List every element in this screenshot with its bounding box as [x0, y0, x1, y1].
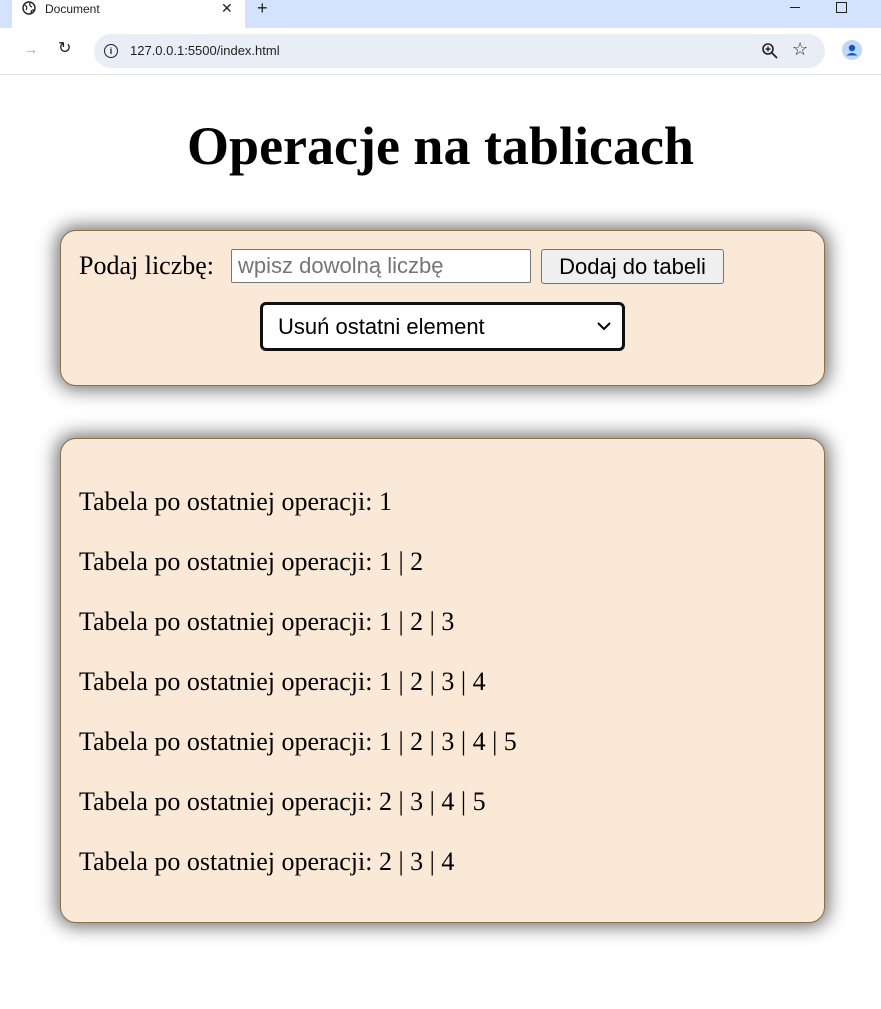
zoom-icon[interactable] [761, 42, 779, 60]
number-label: Podaj liczbę: [79, 251, 215, 280]
star-icon[interactable]: ☆ [792, 39, 808, 59]
chevron-down-icon [597, 322, 611, 331]
result-line: Tabela po ostatniej operacji: 1 [79, 487, 392, 516]
result-line: Tabela po ostatniej operacji: 2 | 3 | 4 [79, 847, 455, 876]
forward-icon[interactable]: → [24, 41, 38, 57]
result-line: Tabela po ostatniej operacji: 1 | 2 | 3 … [79, 727, 517, 756]
add-to-table-button[interactable]: Dodaj do tabeli [541, 249, 724, 284]
operation-selected-value: Usuń ostatni element [278, 314, 485, 339]
browser-toolbar: → ↻ i 127.0.0.1:5500/index.html ☆ [0, 28, 881, 75]
result-line: Tabela po ostatniej operacji: 1 | 2 [79, 547, 424, 576]
globe-icon [22, 1, 36, 15]
number-input[interactable] [231, 249, 531, 283]
info-icon[interactable]: i [104, 44, 118, 58]
url-text[interactable]: 127.0.0.1:5500/index.html [130, 43, 280, 59]
input-panel: Podaj liczbę: Dodaj do tabeli Usuń ostat… [60, 230, 825, 386]
operation-select[interactable]: Usuń ostatni element [260, 302, 625, 351]
new-tab-icon[interactable]: + [257, 0, 268, 18]
close-icon[interactable]: ✕ [221, 0, 233, 16]
result-line: Tabela po ostatniej operacji: 1 | 2 | 3 [79, 607, 455, 636]
tab-title: Document [45, 2, 100, 16]
minimize-icon[interactable] [790, 7, 800, 8]
results-panel: Tabela po ostatniej operacji: 1 Tabela p… [60, 438, 825, 923]
page-title: Operacje na tablicach [187, 116, 694, 176]
reload-icon[interactable]: ↻ [58, 38, 71, 58]
result-line: Tabela po ostatniej operacji: 2 | 3 | 4 … [79, 787, 486, 816]
profile-icon[interactable] [842, 40, 862, 60]
tab-bar: Document ✕ + [0, 0, 881, 28]
address-bar[interactable]: i 127.0.0.1:5500/index.html ☆ [94, 34, 825, 68]
maximize-icon[interactable] [836, 2, 847, 13]
tab-document[interactable]: Document ✕ [12, 0, 245, 28]
result-line: Tabela po ostatniej operacji: 1 | 2 | 3 … [79, 667, 486, 696]
